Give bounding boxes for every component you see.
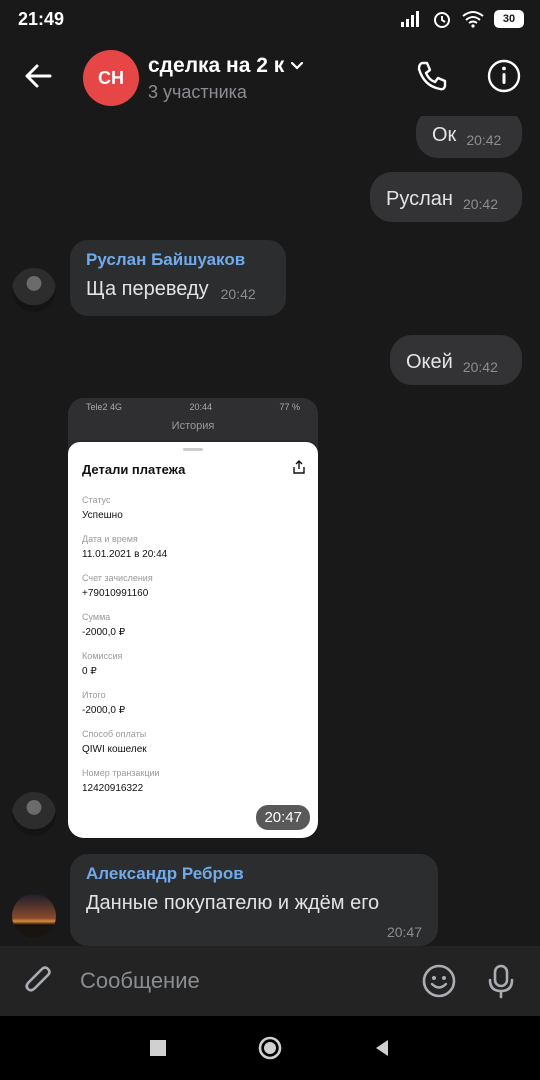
avatar[interactable]: [12, 268, 56, 312]
message-list[interactable]: Ок 20:42 Руслан 20:42 Руслан Байшуаков Щ…: [0, 116, 540, 946]
payment-field: Статус Успешно: [82, 495, 304, 521]
message-text: Руслан: [386, 188, 453, 210]
field-label: Комиссия: [82, 651, 123, 661]
share-icon: [293, 460, 305, 474]
emoji-icon[interactable]: [420, 962, 458, 1000]
screenshot-status-bar: Tele2 4G 20:44 77 %: [86, 402, 300, 412]
microphone-icon[interactable]: [482, 962, 520, 1000]
field-label: Итого: [82, 690, 106, 700]
back-arrow-icon[interactable]: [20, 58, 56, 94]
screenshot-header: Tele2 4G 20:44 77 % История: [68, 398, 318, 440]
payment-details-card: Детали платежа Статус Успешно Дата и врем…: [68, 442, 318, 838]
message-text: Ща переведу: [86, 278, 209, 300]
chat-subtitle: 3 участника: [148, 82, 247, 102]
message-outgoing[interactable]: Ок 20:42: [416, 116, 522, 158]
battery-icon: 30: [494, 10, 524, 28]
field-label: Номер транзакции: [82, 768, 160, 778]
field-value: 12420916322: [82, 783, 144, 794]
battery-level: 30: [502, 13, 516, 25]
message-incoming[interactable]: Александр Ребров Данные покупателю и ждё…: [70, 854, 438, 946]
message-text: Окей: [406, 351, 453, 373]
status-icons: 30: [400, 8, 524, 30]
avatar[interactable]: [12, 792, 56, 836]
field-value: QIWI кошелек: [82, 744, 147, 755]
message-outgoing[interactable]: Руслан 20:42: [370, 172, 522, 222]
screenshot-carrier: Tele2 4G: [86, 402, 123, 412]
status-time: 21:49: [18, 9, 65, 29]
phone-call-icon[interactable]: [414, 58, 450, 94]
message-text: Ок: [432, 124, 457, 146]
image-attachment[interactable]: Tele2 4G 20:44 77 % История Детали плате…: [68, 398, 318, 838]
field-value: 0 ₽: [82, 666, 97, 677]
drag-handle: [183, 448, 203, 451]
chevron-down-icon: [291, 61, 304, 70]
message-time: 20:42: [462, 359, 498, 375]
field-label: Статус: [82, 495, 111, 505]
wifi-icon: [462, 11, 484, 28]
payment-field: Номер транзакции 12420916322: [82, 768, 304, 794]
recent-apps-icon[interactable]: [146, 1036, 170, 1060]
chat-title-text: сделка на 2 к: [148, 54, 285, 77]
message-incoming[interactable]: Руслан Байшуаков Ща переведу 20:42: [70, 240, 286, 316]
message-composer: Сообщение: [0, 946, 540, 1016]
payment-field: Сумма -2000,0 ₽: [82, 612, 304, 638]
field-label: Сумма: [82, 612, 111, 622]
message-time: 20:42: [466, 132, 502, 148]
sender-name[interactable]: Руслан Байшуаков: [86, 250, 270, 270]
info-icon[interactable]: [486, 58, 522, 94]
signal-icon: [401, 11, 419, 27]
field-label: Дата и время: [82, 534, 138, 544]
message-input[interactable]: Сообщение: [80, 968, 200, 994]
home-icon[interactable]: [258, 1036, 282, 1060]
message-time: 20:42: [220, 286, 256, 302]
status-bar: 21:49 30: [0, 0, 540, 40]
message-time: 20:47: [256, 805, 310, 830]
avatar[interactable]: [12, 894, 56, 938]
payment-field: Дата и время 11.01.2021 в 20:44: [82, 534, 304, 560]
chat-avatar-initials: СН: [98, 67, 124, 88]
payment-field: Комиссия 0 ₽: [82, 651, 304, 677]
chat-header: СН сделка на 2 к 3 участника: [0, 40, 540, 116]
sender-name[interactable]: Александр Ребров: [86, 864, 422, 884]
screenshot-battery: 77 %: [279, 402, 300, 412]
screenshot-time: 20:44: [189, 402, 213, 412]
screenshot-title: История: [171, 420, 215, 432]
field-value: Успешно: [82, 510, 123, 521]
payment-details-title: Детали платежа: [82, 462, 186, 477]
field-value: 11.01.2021 в 20:44: [82, 549, 168, 560]
chat-avatar[interactable]: СН: [83, 50, 139, 106]
field-value: +79010991160: [82, 588, 149, 599]
payment-field: Счет зачисления +79010991160: [82, 573, 304, 599]
message-time: 20:42: [462, 196, 498, 212]
payment-field: Итого -2000,0 ₽: [82, 690, 304, 716]
message-time: 20:47: [386, 924, 422, 940]
field-value: -2000,0 ₽: [82, 705, 126, 716]
back-triangle-icon[interactable]: [370, 1036, 394, 1060]
payment-field: Способ оплаты QIWI кошелек: [82, 729, 304, 755]
alarm-icon: [434, 12, 450, 28]
field-value: -2000,0 ₽: [82, 627, 126, 638]
system-navigation-bar: [0, 1016, 540, 1080]
paperclip-icon[interactable]: [20, 962, 58, 1000]
field-label: Способ оплаты: [82, 729, 147, 739]
message-text: Данные покупателю и ждём его: [86, 892, 380, 914]
message-outgoing[interactable]: Окей 20:42: [390, 335, 522, 385]
chat-title[interactable]: сделка на 2 к: [148, 54, 304, 78]
field-label: Счет зачисления: [82, 573, 153, 583]
